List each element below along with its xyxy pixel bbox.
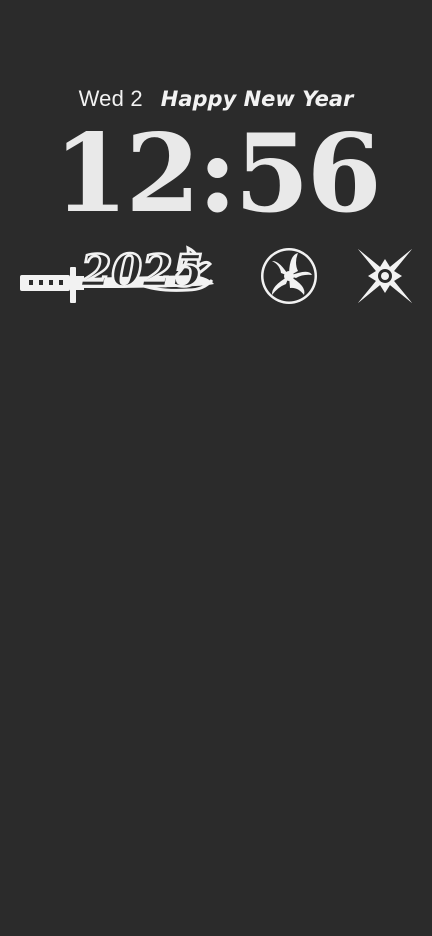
date-row[interactable]: Wed 2 Happy New Year — [0, 86, 432, 112]
katana-2025-widget[interactable]: 2025 — [18, 240, 218, 306]
date-label: Wed 2 — [78, 86, 143, 111]
sharingan-widget[interactable] — [258, 245, 320, 307]
katana-2025-icon: 2025 — [20, 245, 214, 303]
shuriken-icon — [358, 249, 412, 303]
greeting-label: Happy New Year — [160, 87, 354, 111]
sharingan-icon — [261, 248, 317, 304]
year-label: 2025 — [80, 246, 203, 297]
lock-screen: Wed 2 Happy New Year 12:56 2025 — [0, 0, 432, 936]
shuriken-widget[interactable] — [356, 247, 414, 305]
clock-time: 12:56 — [53, 111, 381, 237]
widget-row: 2025 — [0, 238, 432, 310]
